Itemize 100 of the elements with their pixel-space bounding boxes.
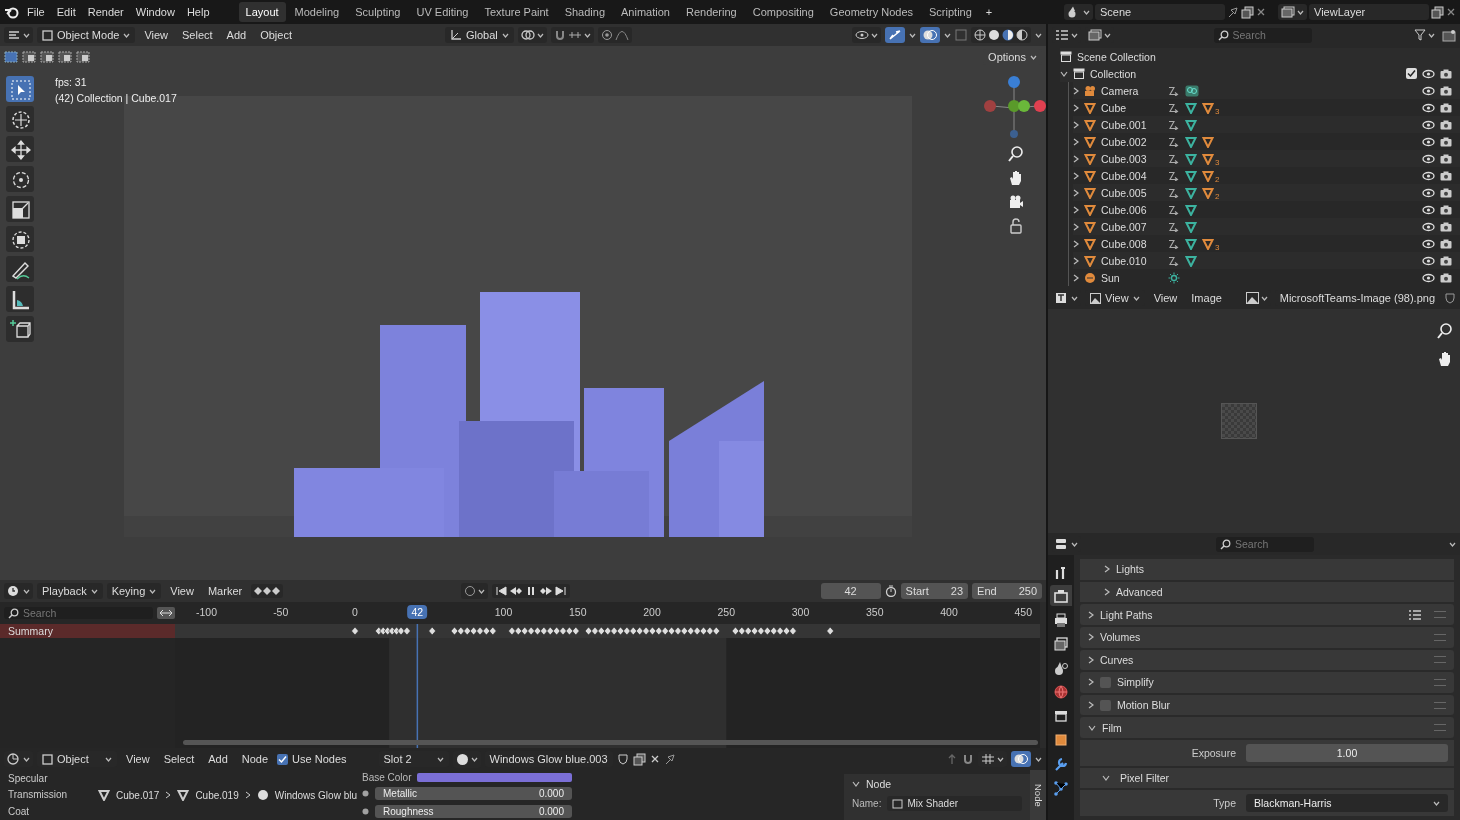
hand-icon[interactable] <box>1437 351 1453 367</box>
select-new-icon[interactable] <box>4 51 18 63</box>
workspace-tab[interactable]: Modeling <box>287 2 347 22</box>
solid-shading-icon[interactable] <box>988 29 1000 41</box>
axis-gizmo-icon[interactable] <box>984 74 1046 138</box>
exposure-field[interactable]: 1.00 <box>1246 744 1448 762</box>
menu-item[interactable]: Add <box>203 751 233 767</box>
menu-item[interactable]: File <box>22 4 50 20</box>
search-field[interactable]: Search <box>1213 27 1312 43</box>
camera-icon[interactable] <box>1440 238 1452 249</box>
camera-icon[interactable] <box>1440 85 1452 96</box>
tool-button[interactable] <box>6 196 34 222</box>
previous-keyframe-icon[interactable] <box>509 586 524 596</box>
tree-item[interactable]: Cube.008 <box>1101 237 1163 250</box>
close-icon[interactable] <box>1256 7 1266 17</box>
pin-icon[interactable] <box>663 753 676 765</box>
pin-icon[interactable] <box>1227 6 1239 18</box>
select-intersect-icon[interactable] <box>76 51 90 63</box>
search-field[interactable]: Search <box>1216 536 1314 552</box>
panel-header[interactable]: Film <box>1102 721 1122 734</box>
properties-tab[interactable] <box>1050 585 1072 606</box>
workspace-tab[interactable]: Shading <box>557 2 613 22</box>
view-layer-icon[interactable] <box>1088 29 1102 41</box>
drag-handle-icon[interactable] <box>1434 724 1446 732</box>
menu-item[interactable]: Image <box>1186 290 1227 306</box>
chevron-right-icon[interactable] <box>1104 587 1110 596</box>
camera-icon[interactable] <box>1440 272 1452 283</box>
chevron-right-icon[interactable] <box>1073 239 1079 248</box>
tool-button[interactable] <box>6 316 34 342</box>
type-dropdown[interactable]: Blackman-Harris <box>1246 794 1448 812</box>
tree-item[interactable]: Cube.004 <box>1101 169 1163 182</box>
panel-header[interactable]: Volumes <box>1100 631 1141 644</box>
menu-item[interactable]: Render <box>82 4 129 20</box>
panel-header[interactable]: Lights <box>1116 563 1145 576</box>
panel-header[interactable]: Light Paths <box>1100 608 1153 621</box>
chevron-down-icon[interactable] <box>1102 775 1110 781</box>
workspace-tab[interactable]: Sculpting <box>348 2 408 22</box>
menu-item[interactable]: Edit <box>51 4 81 20</box>
menu-item[interactable]: Playback <box>37 583 103 599</box>
eye-icon[interactable] <box>1422 221 1435 232</box>
eye-icon[interactable] <box>1422 187 1435 198</box>
panel-header[interactable]: Simplify <box>1117 676 1154 689</box>
keyframe-nav-icon[interactable] <box>254 586 281 596</box>
tool-button[interactable] <box>6 76 34 102</box>
swap-icon[interactable] <box>157 607 175 619</box>
select-extend-icon[interactable] <box>22 51 36 63</box>
snap-icon[interactable] <box>962 753 974 765</box>
breadcrumb[interactable]: Cube.017 <box>116 789 160 801</box>
filter-icon[interactable] <box>1414 29 1426 41</box>
tool-button[interactable] <box>6 286 34 312</box>
eye-icon[interactable] <box>1422 153 1435 164</box>
workspace-tab[interactable]: Scripting <box>922 2 979 22</box>
properties-icon[interactable] <box>1055 538 1069 550</box>
select-invert-icon[interactable] <box>58 51 72 63</box>
chevron-right-icon[interactable] <box>1073 222 1079 231</box>
stopwatch-icon[interactable] <box>884 585 897 597</box>
menu-item[interactable]: View <box>165 583 199 599</box>
menu-item[interactable]: Window <box>130 4 180 20</box>
camera-icon[interactable] <box>1440 221 1452 232</box>
blender-logo-icon[interactable] <box>4 5 20 19</box>
display-mode-icon[interactable] <box>1055 29 1069 41</box>
checkbox[interactable] <box>1406 68 1417 79</box>
duplicate-icon[interactable] <box>1241 5 1254 19</box>
camera-icon[interactable] <box>1440 68 1452 79</box>
tree-item[interactable]: Collection <box>1090 67 1137 80</box>
eye-icon[interactable] <box>1422 68 1435 79</box>
name-field[interactable]: Mix Shader <box>887 796 1022 811</box>
menu-item[interactable]: Add <box>221 27 252 43</box>
summary-channel[interactable]: Summary <box>0 624 175 638</box>
zoom-icon[interactable] <box>1437 323 1453 339</box>
breadcrumb[interactable]: Windows Glow blu <box>274 789 357 801</box>
jump-end-icon[interactable] <box>555 586 568 596</box>
camera-icon[interactable] <box>1440 187 1452 198</box>
tree-item[interactable]: Cube.010 <box>1101 254 1163 267</box>
checkbox[interactable] <box>1100 699 1111 711</box>
menu-item[interactable]: Keying <box>106 583 162 599</box>
workspace-tab[interactable]: UV Editing <box>409 2 476 22</box>
wireframe-shading-icon[interactable] <box>974 29 986 41</box>
menu-item[interactable]: Object <box>255 27 297 43</box>
menu-item[interactable]: View <box>121 751 155 767</box>
tool-button[interactable] <box>6 136 34 162</box>
chevron-right-icon[interactable] <box>1088 633 1094 642</box>
eye-icon[interactable] <box>1422 85 1435 96</box>
chevron-right-icon[interactable] <box>1073 205 1079 214</box>
eye-icon[interactable] <box>1422 238 1435 249</box>
pivot-icon[interactable] <box>520 29 535 41</box>
next-keyframe-icon[interactable] <box>539 586 554 596</box>
eye-icon[interactable] <box>1422 119 1435 130</box>
new-collection-icon[interactable] <box>1442 28 1456 42</box>
eye-icon[interactable] <box>1422 272 1435 283</box>
zoom-icon[interactable] <box>1008 146 1024 162</box>
duplicate-icon[interactable] <box>1431 5 1444 19</box>
chevron-right-icon[interactable] <box>1073 137 1079 146</box>
current-frame-field[interactable]: 42 <box>820 583 881 599</box>
menu-item[interactable]: Marker <box>202 583 248 599</box>
panel-title[interactable]: Node <box>866 778 892 790</box>
close-icon[interactable] <box>1446 7 1456 17</box>
chevron-right-icon[interactable] <box>1088 655 1094 664</box>
editor-type-icon[interactable] <box>7 29 21 41</box>
menu-item[interactable]: Select <box>177 27 218 43</box>
